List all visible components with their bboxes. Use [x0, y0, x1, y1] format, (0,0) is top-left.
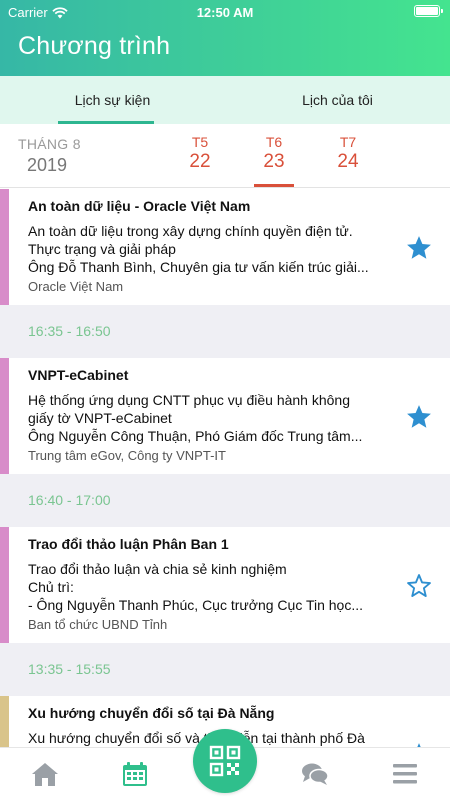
- event-color-bar: [0, 189, 9, 305]
- event-card[interactable]: VNPT-eCabinet Hệ thống ứng dụng CNTT phụ…: [0, 358, 450, 474]
- event-color-bar: [0, 358, 9, 474]
- home-icon[interactable]: [30, 760, 60, 788]
- event-card[interactable]: Trao đổi thảo luận Phân Ban 1 Trao đổi t…: [0, 527, 450, 643]
- year-label: 2019: [27, 155, 68, 175]
- event-title: Trao đổi thảo luận Phân Ban 1: [28, 536, 229, 552]
- event-desc-line: Chủ trì:: [28, 579, 74, 595]
- chat-icon[interactable]: [300, 760, 330, 788]
- event-desc-line: Thực trạng và giải pháp: [28, 241, 176, 257]
- event-color-bar: [0, 527, 9, 643]
- event-list[interactable]: An toàn dữ liệu - Oracle Việt Nam An toà…: [0, 189, 450, 747]
- event-organizer: Oracle Việt Nam: [28, 279, 124, 294]
- star-outline-icon[interactable]: [405, 572, 433, 600]
- time-separator: 16:35 - 16:50: [0, 305, 450, 358]
- event-title: VNPT-eCabinet: [28, 367, 129, 383]
- event-desc-line: Ông Đỗ Thanh Bình, Chuyên gia tư vấn kiế…: [28, 259, 369, 275]
- event-desc-line: Trao đổi thảo luận và chia sẻ kinh nghiệ…: [28, 561, 287, 577]
- event-organizer: Trung tâm eGov, Công ty VNPT-IT: [28, 448, 226, 463]
- time-separator: 13:35 - 15:55: [0, 643, 450, 696]
- day-number: 23: [263, 151, 285, 172]
- qr-code-icon: [209, 745, 241, 777]
- battery-icon: [414, 5, 443, 17]
- event-color-bar: [0, 696, 9, 747]
- event-card[interactable]: An toàn dữ liệu - Oracle Việt Nam An toà…: [0, 189, 450, 305]
- event-organizer: Ban tổ chức UBND Tỉnh: [28, 617, 168, 632]
- day-number: 22: [189, 151, 211, 172]
- status-time: 12:50 AM: [196, 5, 254, 20]
- month-label: THÁNG 8: [18, 136, 81, 152]
- event-desc-line: giấy tờ VNPT-eCabinet: [28, 410, 172, 426]
- date-selector: THÁNG 8 2019 T5 22 T6 23 T7 24: [0, 124, 450, 188]
- event-title: An toàn dữ liệu - Oracle Việt Nam: [28, 198, 251, 214]
- time-range: 13:35 - 15:55: [28, 661, 111, 677]
- tab-event-schedule[interactable]: Lịch sự kiện: [0, 76, 225, 124]
- event-description: Trao đổi thảo luận và chia sẻ kinh nghiệ…: [28, 560, 390, 614]
- day-number: 24: [337, 151, 359, 172]
- time-range: 16:35 - 16:50: [28, 323, 111, 339]
- weekday-label: T7: [339, 134, 357, 150]
- day-saturday[interactable]: T7 24: [328, 134, 368, 173]
- calendar-icon[interactable]: [120, 760, 150, 788]
- event-desc-line: Ông Nguyễn Công Thuận, Phó Giám đốc Trun…: [28, 428, 363, 444]
- star-filled-icon[interactable]: [405, 403, 433, 431]
- day-thursday[interactable]: T5 22: [180, 134, 220, 173]
- time-separator: 16:40 - 17:00: [0, 474, 450, 527]
- status-bar: Carrier 12:50 AM: [0, 0, 450, 24]
- event-desc-line: - Ông Nguyễn Thanh Phúc, Cục trưởng Cục …: [28, 597, 364, 613]
- weekday-label: T5: [191, 134, 209, 150]
- tab-my-schedule[interactable]: Lịch của tôi: [225, 76, 450, 124]
- time-range: 16:40 - 17:00: [28, 492, 111, 508]
- event-description: An toàn dữ liệu trong xây dựng chính quy…: [28, 222, 390, 276]
- page-title: Chương trình: [18, 32, 171, 60]
- event-desc-line: Hệ thống ứng dụng CNTT phục vụ điều hành…: [28, 392, 350, 408]
- qr-scan-button[interactable]: [193, 729, 257, 793]
- weekday-label: T6: [265, 134, 283, 150]
- day-friday[interactable]: T6 23: [254, 134, 294, 173]
- menu-icon[interactable]: [390, 760, 420, 788]
- selected-day-indicator: [254, 184, 294, 187]
- schedule-tabs: Lịch sự kiện Lịch của tôi: [0, 76, 450, 124]
- star-filled-icon[interactable]: [405, 234, 433, 262]
- app-header: Carrier 12:50 AM Chương trình: [0, 0, 450, 76]
- event-desc-line: An toàn dữ liệu trong xây dựng chính quy…: [28, 223, 353, 239]
- event-description: Hệ thống ứng dụng CNTT phục vụ điều hành…: [28, 391, 390, 445]
- event-title: Xu hướng chuyển đổi số tại Đà Nẵng: [28, 705, 275, 721]
